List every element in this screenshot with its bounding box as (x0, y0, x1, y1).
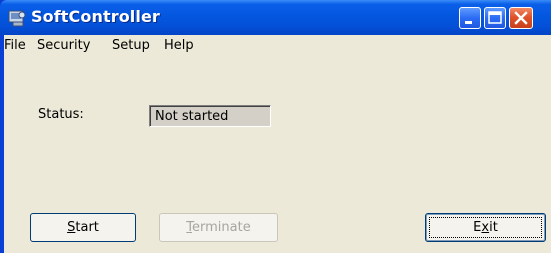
window-title: SoftController (31, 7, 160, 26)
app-window: SoftController File Security Setup Help … (0, 0, 551, 253)
close-icon (514, 11, 528, 25)
menu-file[interactable]: File (4, 38, 26, 53)
controller-app-icon[interactable] (8, 9, 26, 27)
maximize-button[interactable] (484, 7, 506, 29)
start-button[interactable]: Start (30, 213, 136, 242)
terminate-button[interactable]: Terminate (159, 213, 278, 242)
exit-button-label: Exit (473, 220, 498, 235)
title-bar[interactable]: SoftController (0, 0, 551, 35)
status-value: Not started (155, 109, 229, 124)
maximize-icon (488, 11, 502, 24)
minimize-icon (465, 21, 472, 24)
menu-help[interactable]: Help (164, 38, 194, 53)
menu-setup[interactable]: Setup (112, 38, 150, 53)
minimize-button[interactable] (459, 7, 481, 29)
status-label: Status: (38, 107, 84, 122)
terminate-button-label: Terminate (186, 220, 251, 235)
exit-button[interactable]: Exit (425, 213, 546, 242)
close-button[interactable] (509, 7, 533, 29)
window-client-area: File Security Setup Help Status: Not sta… (4, 35, 551, 253)
status-field: Not started (149, 105, 271, 127)
start-button-label: Start (67, 220, 99, 235)
menu-bar: File Security Setup Help (4, 35, 551, 57)
menu-security[interactable]: Security (37, 38, 90, 53)
